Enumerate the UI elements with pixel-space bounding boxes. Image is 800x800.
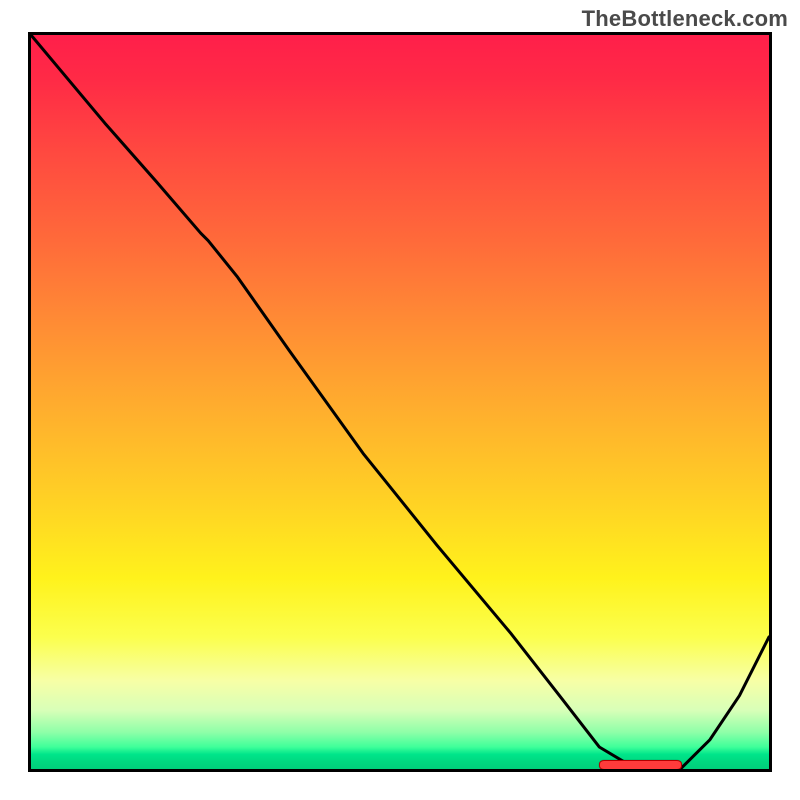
curve-svg xyxy=(31,35,769,769)
bottom-highlight-marker xyxy=(599,760,682,770)
chart-page: TheBottleneck.com xyxy=(0,0,800,800)
bottleneck-curve-line xyxy=(31,35,769,769)
plot-area xyxy=(28,32,772,772)
watermark-text: TheBottleneck.com xyxy=(582,6,788,32)
